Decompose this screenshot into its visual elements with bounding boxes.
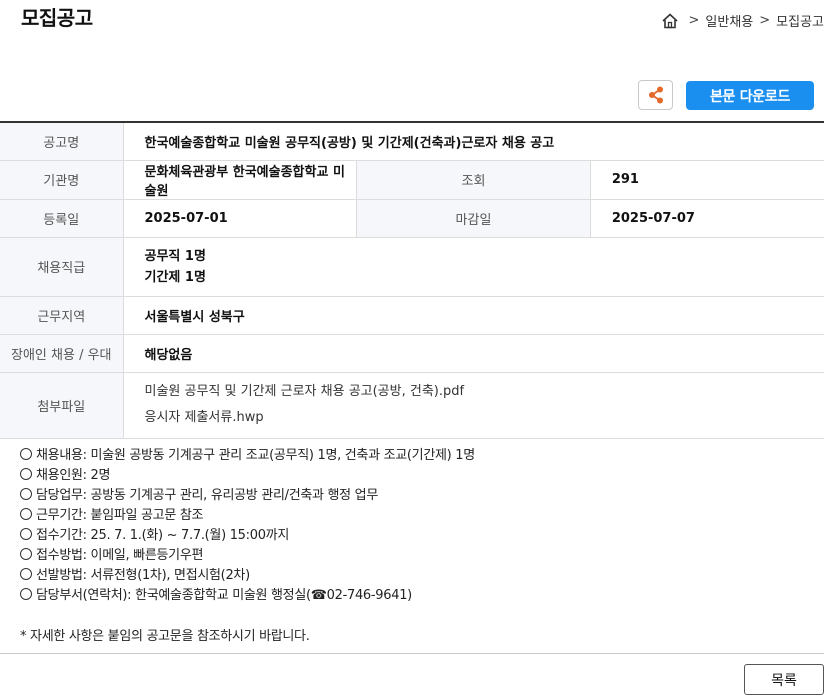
breadcrumb-separator: > — [688, 13, 700, 28]
registered-value: 2025-07-01 — [123, 199, 357, 238]
notice-info-table: 공고명 한국예술종합학교 미술원 공무직(공방) 및 기간제(건축과)근로자 채… — [0, 121, 824, 439]
breadcrumb-item-general-hiring[interactable]: 일반채용 — [705, 11, 753, 30]
list-item-text: 담당업무: 공방동 기계공구 관리, 유리공방 관리/건축과 행정 업무 — [36, 488, 378, 503]
position-label: 채용직급 — [0, 237, 124, 297]
deadline-value: 2025-07-07 — [590, 199, 824, 238]
list-item-text: 접수방법: 이메일, 빠른등기우편 — [36, 548, 204, 563]
breadcrumb: > 일반채용 > 모집공고 — [661, 11, 824, 30]
disabled-hiring-value: 해당없음 — [123, 334, 824, 373]
notice-content: 채용내용: 미술원 공방동 기계공구 관리 조교(공무직) 1명, 건축과 조교… — [20, 446, 475, 606]
list-item-text: 채용인원: 2명 — [36, 468, 111, 483]
circle-bullet-icon — [20, 548, 32, 560]
attachments-value: 미술원 공무직 및 기간제 근로자 채용 공고(공방, 건축).pdf 응시자 … — [123, 372, 824, 439]
table-row: 첨부파일 미술원 공무직 및 기간제 근로자 채용 공고(공방, 건축).pdf… — [0, 372, 824, 439]
circle-bullet-icon — [20, 468, 32, 480]
list-item: 접수기간: 25. 7. 1.(화) ~ 7.7.(월) 15:00까지 — [20, 526, 475, 546]
attachment-link[interactable]: 미술원 공무직 및 기간제 근로자 채용 공고(공방, 건축).pdf — [145, 379, 824, 405]
list-item-text: 담당부서(연락처): 한국예술종합학교 미술원 행정실(☎02-746-9641… — [36, 588, 412, 603]
breadcrumb-item-recruitment[interactable]: 모집공고 — [776, 11, 824, 30]
notice-name-value: 한국예술종합학교 미술원 공무직(공방) 및 기간제(건축과)근로자 채용 공고 — [123, 122, 824, 161]
location-value: 서울특별시 성북구 — [123, 296, 824, 335]
position-value: 공무직 1명 기간제 1명 — [123, 237, 824, 297]
list-item: 담당부서(연락처): 한국예술종합학교 미술원 행정실(☎02-746-9641… — [20, 586, 475, 606]
table-row: 장애인 채용 / 우대 해당없음 — [0, 334, 824, 373]
table-row: 공고명 한국예술종합학교 미술원 공무직(공방) 및 기간제(건축과)근로자 채… — [0, 122, 824, 161]
list-item: 근무기간: 붙임파일 공고문 참조 — [20, 506, 475, 526]
download-body-button[interactable]: 본문 다운로드 — [686, 81, 814, 110]
circle-bullet-icon — [20, 568, 32, 580]
share-icon — [648, 86, 663, 104]
agency-value: 문화체육관광부 한국예술종합학교 미술원 — [123, 160, 357, 200]
views-value: 291 — [590, 160, 824, 200]
list-item: 채용내용: 미술원 공방동 기계공구 관리 조교(공무직) 1명, 건축과 조교… — [20, 446, 475, 466]
notice-name-label: 공고명 — [0, 122, 124, 161]
table-row: 채용직급 공무직 1명 기간제 1명 — [0, 237, 824, 297]
circle-bullet-icon — [20, 528, 32, 540]
notice-footnote: * 자세한 사항은 붙임의 공고문을 참조하시기 바랍니다. — [20, 629, 310, 644]
circle-bullet-icon — [20, 488, 32, 500]
list-button[interactable]: 목록 — [744, 664, 824, 695]
location-label: 근무지역 — [0, 296, 124, 335]
list-item: 접수방법: 이메일, 빠른등기우편 — [20, 546, 475, 566]
list-item-text: 접수기간: 25. 7. 1.(화) ~ 7.7.(월) 15:00까지 — [36, 528, 289, 543]
list-item-text: 근무기간: 붙임파일 공고문 참조 — [36, 508, 204, 523]
registered-label: 등록일 — [0, 199, 124, 238]
list-item-text: 채용내용: 미술원 공방동 기계공구 관리 조교(공무직) 1명, 건축과 조교… — [36, 448, 475, 463]
home-icon[interactable] — [661, 12, 679, 30]
page-title: 모집공고 — [21, 6, 93, 30]
table-row: 기관명 문화체육관광부 한국예술종합학교 미술원 조회 291 — [0, 160, 824, 200]
list-item: 담당업무: 공방동 기계공구 관리, 유리공방 관리/건축과 행정 업무 — [20, 486, 475, 506]
list-item-text: 선발방법: 서류전형(1차), 면접시험(2차) — [36, 568, 250, 583]
position-item: 기간제 1명 — [144, 269, 206, 285]
circle-bullet-icon — [20, 508, 32, 520]
circle-bullet-icon — [20, 588, 32, 600]
circle-bullet-icon — [20, 448, 32, 460]
position-item: 공무직 1명 — [144, 248, 206, 264]
views-label: 조회 — [356, 160, 591, 200]
list-item: 선발방법: 서류전형(1차), 면접시험(2차) — [20, 566, 475, 586]
table-row: 근무지역 서울특별시 성북구 — [0, 296, 824, 335]
table-row: 등록일 2025-07-01 마감일 2025-07-07 — [0, 199, 824, 238]
attachment-link[interactable]: 응시자 제출서류.hwp — [145, 405, 824, 431]
agency-label: 기관명 — [0, 160, 124, 200]
list-item: 채용인원: 2명 — [20, 466, 475, 486]
breadcrumb-separator: > — [759, 13, 771, 28]
disabled-hiring-label: 장애인 채용 / 우대 — [0, 334, 124, 373]
attachments-label: 첨부파일 — [0, 372, 124, 439]
deadline-label: 마감일 — [356, 199, 591, 238]
divider — [0, 653, 824, 654]
share-button[interactable] — [638, 80, 673, 110]
